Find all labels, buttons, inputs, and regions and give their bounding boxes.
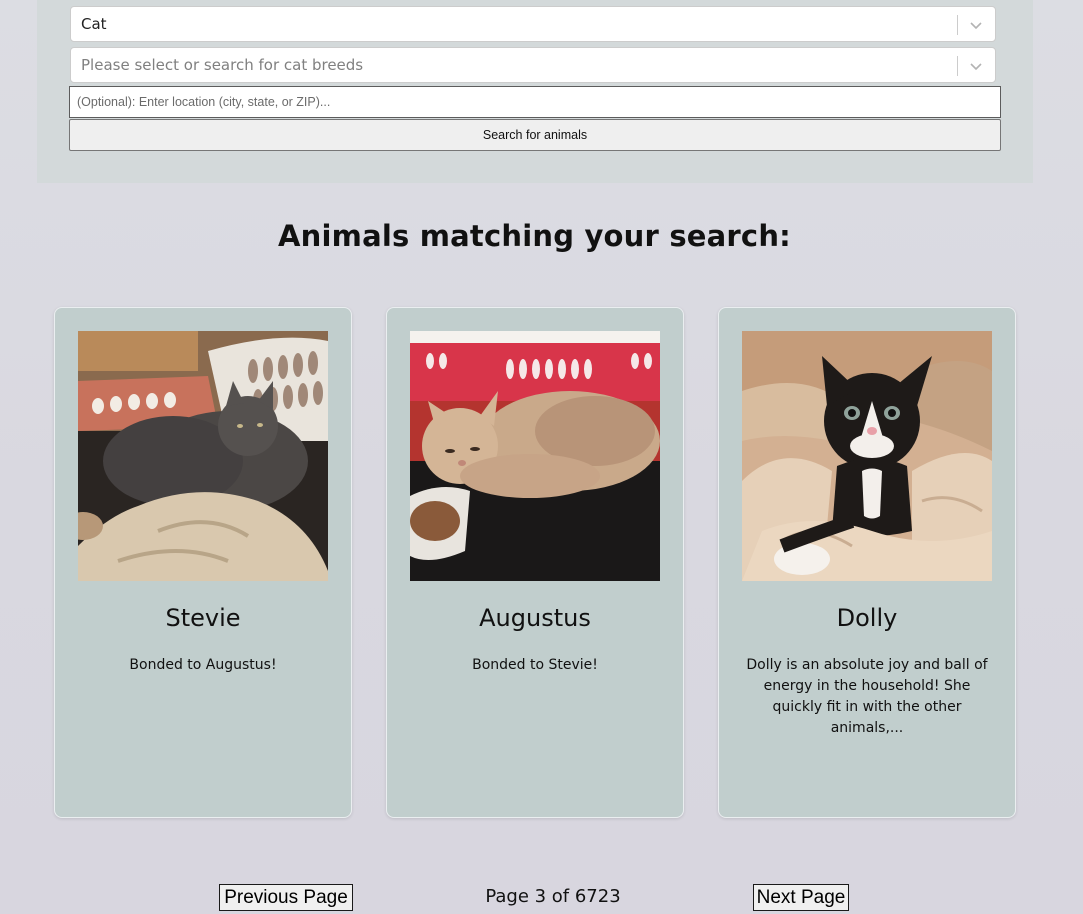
location-input[interactable] bbox=[69, 86, 1001, 118]
animal-photo[interactable] bbox=[742, 331, 992, 581]
select-separator bbox=[957, 56, 958, 76]
breed-select-placeholder: Please select or search for cat breeds bbox=[81, 56, 364, 74]
previous-page-button[interactable]: Previous Page bbox=[219, 884, 353, 911]
animal-card[interactable]: Dolly Dolly is an absolute joy and ball … bbox=[718, 307, 1016, 818]
species-select[interactable]: Cat bbox=[70, 6, 996, 42]
animal-card[interactable]: Stevie Bonded to Augustus! bbox=[54, 307, 352, 818]
animal-card[interactable]: Augustus Bonded to Stevie! bbox=[386, 307, 684, 818]
breed-select[interactable]: Please select or search for cat breeds bbox=[70, 47, 996, 83]
select-separator bbox=[957, 15, 958, 35]
search-button[interactable]: Search for animals bbox=[69, 119, 1001, 151]
animal-name: Stevie bbox=[165, 604, 241, 632]
species-select-value: Cat bbox=[81, 15, 107, 33]
chevron-down-icon[interactable] bbox=[966, 15, 986, 35]
animal-description: Bonded to Augustus! bbox=[129, 657, 277, 673]
next-page-button[interactable]: Next Page bbox=[753, 884, 849, 911]
animal-photo[interactable] bbox=[78, 331, 328, 581]
page-indicator: Page 3 of 6723 bbox=[485, 886, 621, 907]
animal-description: Bonded to Stevie! bbox=[472, 657, 598, 673]
search-panel: Cat Please select or search for cat bree… bbox=[37, 0, 1033, 183]
animal-description: Dolly is an absolute joy and ball of ene… bbox=[746, 657, 988, 736]
animal-name: Augustus bbox=[479, 604, 591, 632]
results-heading: Animals matching your search: bbox=[278, 219, 791, 253]
animal-photo[interactable] bbox=[410, 331, 660, 581]
chevron-down-icon[interactable] bbox=[966, 56, 986, 76]
animal-name: Dolly bbox=[836, 604, 898, 632]
